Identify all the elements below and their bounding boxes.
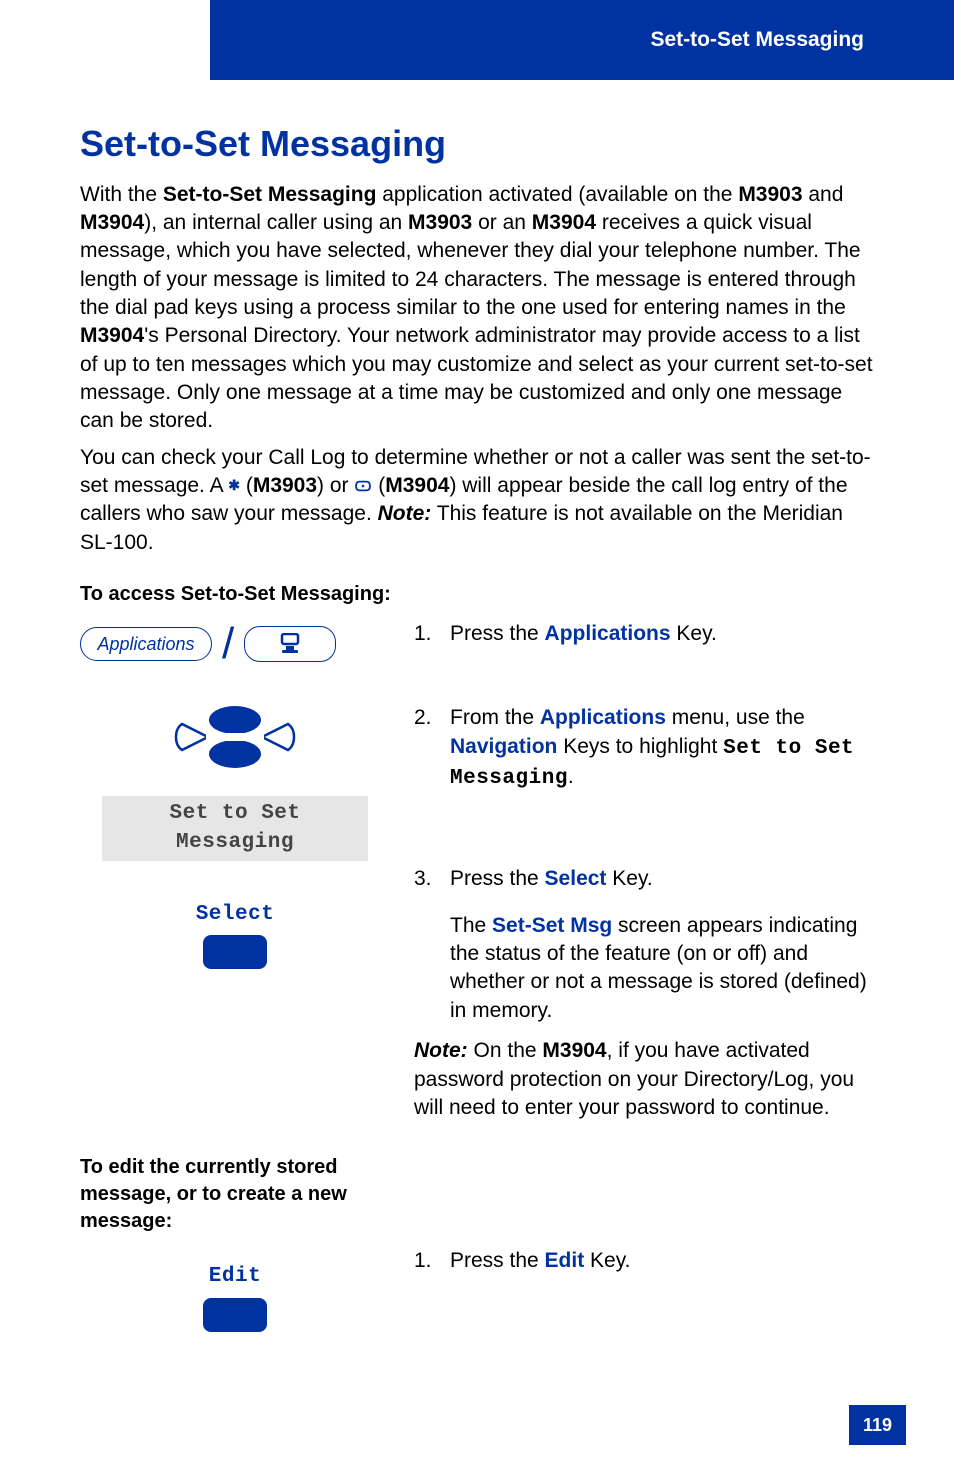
subheading-access: To access Set-to-Set Messaging: <box>80 581 874 608</box>
step-2-text: From the Applications menu, use the Navi… <box>450 704 874 793</box>
softkey-edit-label: Edit <box>80 1263 390 1291</box>
step-number: 1. <box>414 620 450 648</box>
intro-paragraph-2: You can check your Call Log to determine… <box>80 444 874 557</box>
step-number: 2. <box>414 704 450 793</box>
page-title: Set-to-Set Messaging <box>80 120 874 169</box>
softkey-select[interactable] <box>203 935 267 969</box>
monitor-stand-icon <box>276 633 304 655</box>
subheading-edit: To edit the currently stored message, or… <box>80 1154 390 1235</box>
header-section-title: Set-to-Set Messaging <box>650 26 864 54</box>
asterisk-icon: ✱ <box>228 477 240 493</box>
applications-icon-key[interactable] <box>244 626 336 662</box>
step-1-text: Press the Applications Key. <box>450 620 874 648</box>
softkey-select-label: Select <box>80 901 390 929</box>
applications-key[interactable]: Applications <box>80 627 212 661</box>
face-icon <box>354 479 372 493</box>
softkey-edit[interactable] <box>203 1298 267 1332</box>
note-m3904: Note: On the M3904, if you have activate… <box>414 1037 874 1122</box>
step-3-text: Press the Select Key. <box>450 865 874 893</box>
step-b1-text: Press the Edit Key. <box>450 1247 874 1275</box>
step-number: 1. <box>414 1247 450 1275</box>
navigation-keys[interactable] <box>170 702 300 772</box>
slash-separator: / <box>220 628 236 660</box>
intro-paragraph-1: With the Set-to-Set Messaging applicatio… <box>80 181 874 436</box>
page-number: 119 <box>849 1405 906 1445</box>
menu-item-set-to-set: Set to Set Messaging <box>102 796 368 861</box>
step-3-detail: The Set-Set Msg screen appears indicatin… <box>450 912 874 1025</box>
step-number: 3. <box>414 865 450 893</box>
